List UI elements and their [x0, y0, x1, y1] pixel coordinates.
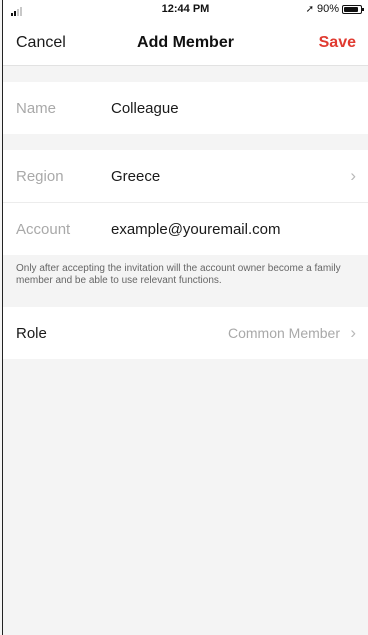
save-button[interactable]: Save — [319, 34, 356, 52]
battery-fill — [344, 6, 359, 12]
invitation-note: Only after accepting the invitation will… — [3, 255, 368, 307]
name-row[interactable]: Name Colleague — [3, 82, 368, 134]
status-right: ➚ 90% — [305, 3, 364, 15]
status-bar: 12:44 PM ➚ 90% — [3, 0, 368, 20]
region-row[interactable]: Region Greece › — [3, 150, 368, 202]
battery-cap — [362, 7, 364, 11]
battery-percent: 90% — [316, 3, 339, 15]
account-row[interactable]: Account example@youremail.com — [3, 203, 368, 255]
add-member-screen: 12:44 PM ➚ 90% Cancel Add Member Save Na… — [2, 0, 368, 635]
role-row[interactable]: Role Common Member › — [3, 307, 368, 359]
region-label: Region — [16, 167, 64, 185]
account-field[interactable]: example@youremail.com — [111, 221, 280, 238]
location-arrow-icon: ➚ — [305, 3, 314, 15]
name-field[interactable]: Colleague — [111, 100, 179, 117]
role-value: Common Member — [227, 325, 340, 341]
name-label: Name — [16, 99, 57, 117]
chevron-right-icon: › — [350, 166, 356, 185]
section-gap — [3, 66, 368, 82]
role-label: Role — [16, 324, 47, 342]
region-value: Greece — [111, 167, 161, 185]
battery-icon — [342, 4, 364, 14]
account-label: Account — [16, 220, 71, 238]
navigation-bar: Cancel Add Member Save — [3, 20, 368, 66]
chevron-right-icon: › — [350, 323, 356, 342]
page-title: Add Member — [137, 34, 234, 51]
section-gap — [3, 134, 368, 150]
